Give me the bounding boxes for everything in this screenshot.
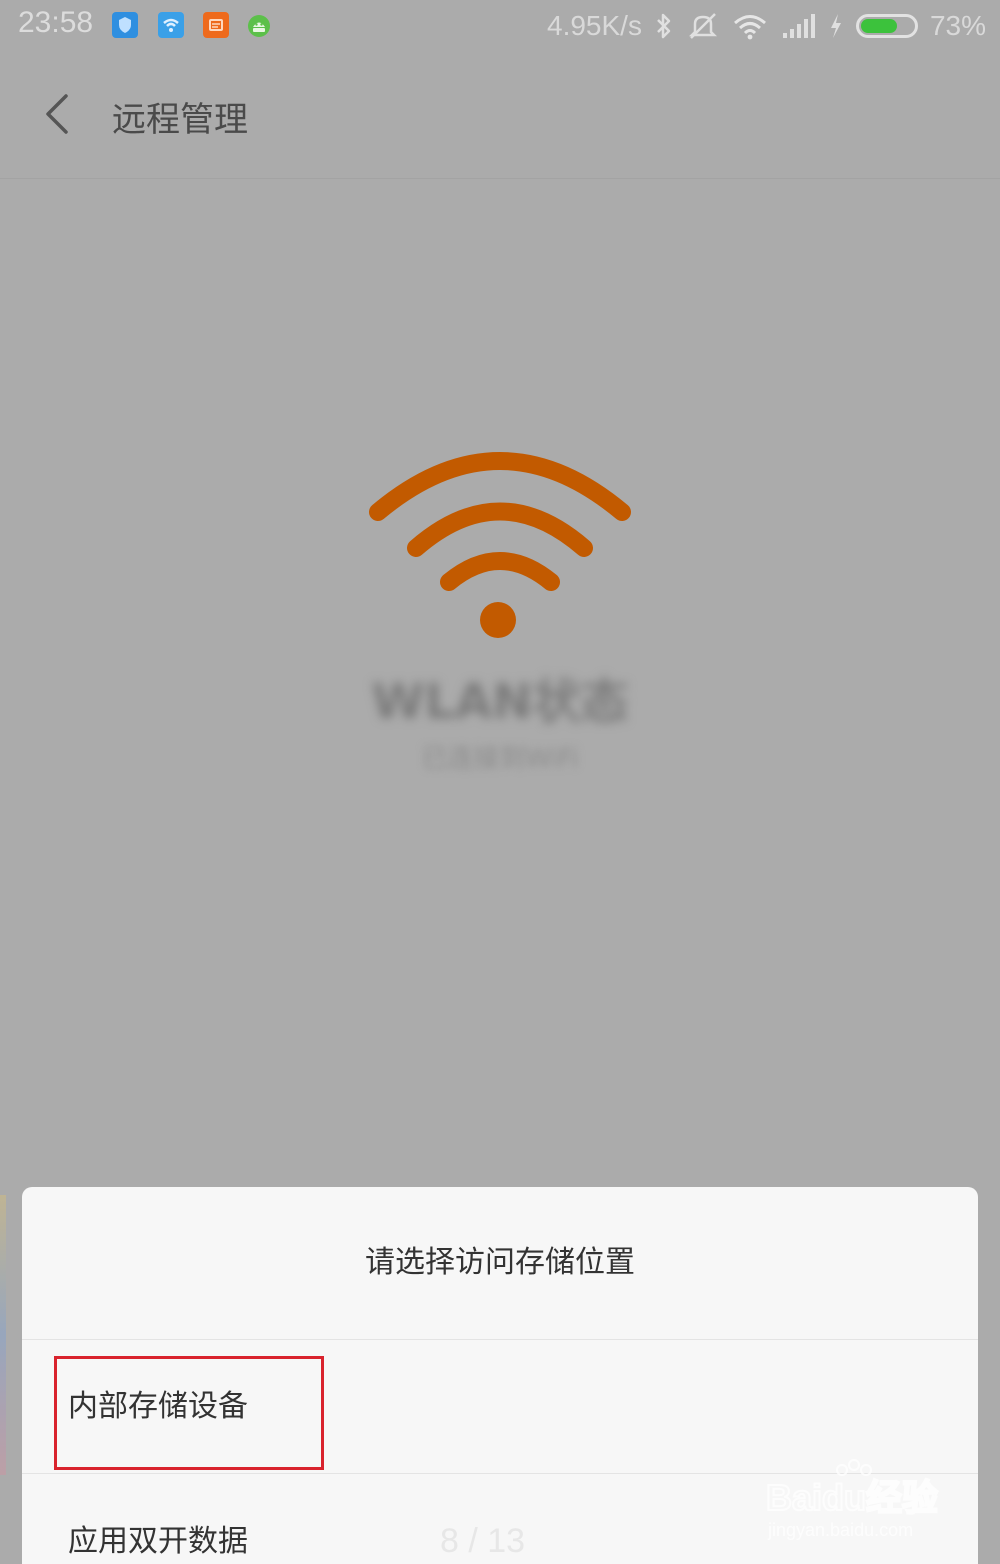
message-app-icon — [203, 12, 229, 38]
title-bar: 远程管理 — [0, 52, 1000, 179]
charging-icon — [828, 11, 844, 41]
mute-icon — [686, 11, 720, 41]
edge-strip — [0, 1195, 6, 1475]
bluetooth-icon — [654, 11, 674, 41]
baidu-jingyan-watermark: Baidu经验 jingyan.baidu.com — [765, 1459, 939, 1540]
watermark-brand: Baidu经验 — [766, 1477, 938, 1518]
wlan-status-subtitle: 已连接到WiFi — [421, 744, 579, 774]
status-bar: 23:58 4.95K/s 73% — [0, 0, 1000, 52]
network-speed: 4.95K/s — [547, 10, 642, 41]
wifi-app-icon — [158, 12, 184, 38]
wlan-status-title: WLAN状态 — [371, 674, 629, 730]
wifi-icon — [732, 11, 768, 41]
screen: 23:58 4.95K/s 73% 远程管理 WLAN状态 已连接到WiFi 请… — [0, 0, 1000, 1564]
page-title: 远程管理 — [112, 100, 248, 140]
wifi-icon — [369, 452, 631, 638]
sheet-item-label: 应用双开数据 — [68, 1524, 248, 1559]
status-time: 23:58 — [18, 6, 94, 39]
battery-fill — [860, 19, 897, 33]
signal-icon — [780, 11, 816, 41]
vpn-shield-icon — [112, 12, 138, 38]
chevron-left-icon — [46, 94, 68, 134]
sheet-title: 请选择访问存储位置 — [22, 1187, 978, 1340]
back-button[interactable] — [36, 90, 80, 138]
page-indicator: 8 / 13 — [440, 1522, 526, 1560]
battery-percent: 73% — [929, 10, 986, 41]
highlight-annotation — [54, 1356, 324, 1470]
watermark-url: jingyan.baidu.com — [767, 1520, 913, 1540]
android-app-icon — [246, 12, 272, 38]
status-right-group: 4.95K/s 73% — [547, 6, 986, 46]
battery-icon — [855, 14, 918, 38]
